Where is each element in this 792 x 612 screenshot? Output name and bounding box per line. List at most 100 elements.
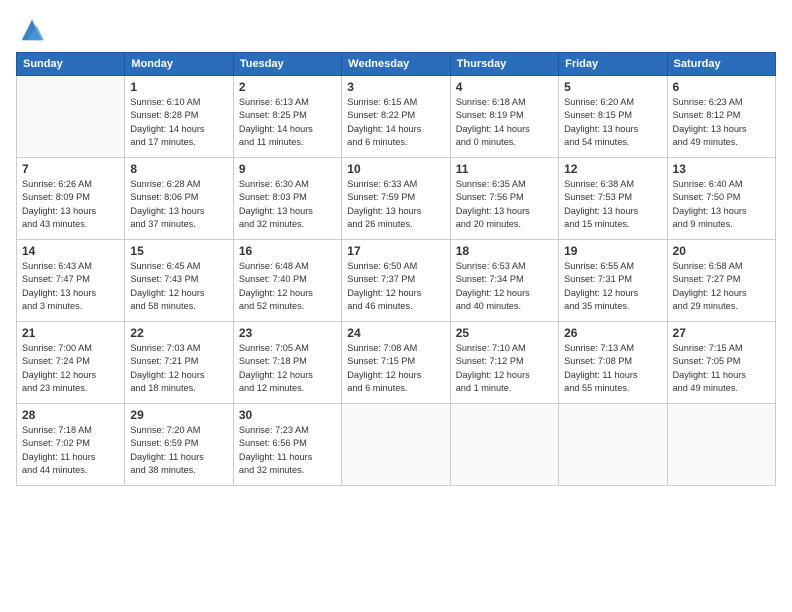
calendar-cell: 20 Sunrise: 6:58 AMSunset: 7:27 PMDayligh… <box>667 240 775 322</box>
day-info: Sunrise: 6:35 AMSunset: 7:56 PMDaylight:… <box>456 178 553 231</box>
header-monday: Monday <box>125 53 233 76</box>
day-number: 12 <box>564 162 661 176</box>
day-number: 24 <box>347 326 444 340</box>
header-thursday: Thursday <box>450 53 558 76</box>
calendar-cell <box>559 404 667 486</box>
day-info: Sunrise: 6:45 AMSunset: 7:43 PMDaylight:… <box>130 260 227 313</box>
calendar-cell: 22 Sunrise: 7:03 AMSunset: 7:21 PMDayligh… <box>125 322 233 404</box>
day-info: Sunrise: 6:23 AMSunset: 8:12 PMDaylight:… <box>673 96 770 149</box>
calendar-cell <box>450 404 558 486</box>
day-info: Sunrise: 6:50 AMSunset: 7:37 PMDaylight:… <box>347 260 444 313</box>
header <box>16 12 776 44</box>
day-number: 21 <box>22 326 119 340</box>
day-number: 28 <box>22 408 119 422</box>
day-number: 25 <box>456 326 553 340</box>
logo-icon <box>18 16 46 44</box>
day-info: Sunrise: 7:10 AMSunset: 7:12 PMDaylight:… <box>456 342 553 395</box>
day-number: 13 <box>673 162 770 176</box>
day-number: 20 <box>673 244 770 258</box>
calendar-cell: 9 Sunrise: 6:30 AMSunset: 8:03 PMDaylight… <box>233 158 341 240</box>
day-info: Sunrise: 7:15 AMSunset: 7:05 PMDaylight:… <box>673 342 770 395</box>
day-info: Sunrise: 7:23 AMSunset: 6:56 PMDaylight:… <box>239 424 336 477</box>
day-info: Sunrise: 6:38 AMSunset: 7:53 PMDaylight:… <box>564 178 661 231</box>
day-number: 17 <box>347 244 444 258</box>
day-number: 8 <box>130 162 227 176</box>
day-number: 14 <box>22 244 119 258</box>
calendar-table: SundayMondayTuesdayWednesdayThursdayFrid… <box>16 52 776 486</box>
day-number: 27 <box>673 326 770 340</box>
day-info: Sunrise: 6:15 AMSunset: 8:22 PMDaylight:… <box>347 96 444 149</box>
day-number: 7 <box>22 162 119 176</box>
week-row-1: 7 Sunrise: 6:26 AMSunset: 8:09 PMDaylight… <box>17 158 776 240</box>
day-number: 19 <box>564 244 661 258</box>
calendar-cell: 25 Sunrise: 7:10 AMSunset: 7:12 PMDayligh… <box>450 322 558 404</box>
page: SundayMondayTuesdayWednesdayThursdayFrid… <box>0 0 792 612</box>
day-info: Sunrise: 6:20 AMSunset: 8:15 PMDaylight:… <box>564 96 661 149</box>
day-number: 26 <box>564 326 661 340</box>
day-number: 9 <box>239 162 336 176</box>
day-info: Sunrise: 7:03 AMSunset: 7:21 PMDaylight:… <box>130 342 227 395</box>
calendar-cell: 24 Sunrise: 7:08 AMSunset: 7:15 PMDayligh… <box>342 322 450 404</box>
calendar-cell: 17 Sunrise: 6:50 AMSunset: 7:37 PMDayligh… <box>342 240 450 322</box>
day-number: 29 <box>130 408 227 422</box>
day-number: 3 <box>347 80 444 94</box>
header-wednesday: Wednesday <box>342 53 450 76</box>
calendar-cell: 14 Sunrise: 6:43 AMSunset: 7:47 PMDayligh… <box>17 240 125 322</box>
day-number: 2 <box>239 80 336 94</box>
day-info: Sunrise: 7:20 AMSunset: 6:59 PMDaylight:… <box>130 424 227 477</box>
day-number: 23 <box>239 326 336 340</box>
calendar-cell: 18 Sunrise: 6:53 AMSunset: 7:34 PMDayligh… <box>450 240 558 322</box>
day-number: 1 <box>130 80 227 94</box>
calendar-cell: 12 Sunrise: 6:38 AMSunset: 7:53 PMDayligh… <box>559 158 667 240</box>
day-info: Sunrise: 6:28 AMSunset: 8:06 PMDaylight:… <box>130 178 227 231</box>
day-info: Sunrise: 6:40 AMSunset: 7:50 PMDaylight:… <box>673 178 770 231</box>
calendar-cell: 10Sunrise: 6:33 AMSunset: 7:59 PMDayligh… <box>342 158 450 240</box>
day-info: Sunrise: 6:55 AMSunset: 7:31 PMDaylight:… <box>564 260 661 313</box>
day-info: Sunrise: 7:13 AMSunset: 7:08 PMDaylight:… <box>564 342 661 395</box>
day-info: Sunrise: 6:26 AMSunset: 8:09 PMDaylight:… <box>22 178 119 231</box>
day-number: 10 <box>347 162 444 176</box>
day-info: Sunrise: 6:13 AMSunset: 8:25 PMDaylight:… <box>239 96 336 149</box>
calendar-cell: 4 Sunrise: 6:18 AMSunset: 8:19 PMDaylight… <box>450 76 558 158</box>
day-number: 5 <box>564 80 661 94</box>
week-row-4: 28Sunrise: 7:18 AMSunset: 7:02 PMDayligh… <box>17 404 776 486</box>
calendar-cell: 13 Sunrise: 6:40 AMSunset: 7:50 PMDayligh… <box>667 158 775 240</box>
calendar-cell: 19 Sunrise: 6:55 AMSunset: 7:31 PMDayligh… <box>559 240 667 322</box>
day-info: Sunrise: 7:08 AMSunset: 7:15 PMDaylight:… <box>347 342 444 395</box>
week-row-3: 21Sunrise: 7:00 AMSunset: 7:24 PMDayligh… <box>17 322 776 404</box>
header-row: SundayMondayTuesdayWednesdayThursdayFrid… <box>17 53 776 76</box>
day-info: Sunrise: 6:43 AMSunset: 7:47 PMDaylight:… <box>22 260 119 313</box>
day-info: Sunrise: 6:58 AMSunset: 7:27 PMDaylight:… <box>673 260 770 313</box>
header-friday: Friday <box>559 53 667 76</box>
day-info: Sunrise: 6:10 AMSunset: 8:28 PMDaylight:… <box>130 96 227 149</box>
day-number: 30 <box>239 408 336 422</box>
calendar-cell: 3 Sunrise: 6:15 AMSunset: 8:22 PMDaylight… <box>342 76 450 158</box>
calendar-cell: 8 Sunrise: 6:28 AMSunset: 8:06 PMDaylight… <box>125 158 233 240</box>
day-number: 4 <box>456 80 553 94</box>
day-info: Sunrise: 6:48 AMSunset: 7:40 PMDaylight:… <box>239 260 336 313</box>
calendar-cell <box>667 404 775 486</box>
calendar-cell: 27 Sunrise: 7:15 AMSunset: 7:05 PMDayligh… <box>667 322 775 404</box>
calendar-cell: 7 Sunrise: 6:26 AMSunset: 8:09 PMDaylight… <box>17 158 125 240</box>
day-number: 18 <box>456 244 553 258</box>
day-number: 22 <box>130 326 227 340</box>
week-row-0: 1 Sunrise: 6:10 AMSunset: 8:28 PMDaylight… <box>17 76 776 158</box>
calendar-cell: 1 Sunrise: 6:10 AMSunset: 8:28 PMDaylight… <box>125 76 233 158</box>
day-info: Sunrise: 7:05 AMSunset: 7:18 PMDaylight:… <box>239 342 336 395</box>
day-info: Sunrise: 6:18 AMSunset: 8:19 PMDaylight:… <box>456 96 553 149</box>
calendar-cell: 21Sunrise: 7:00 AMSunset: 7:24 PMDayligh… <box>17 322 125 404</box>
header-tuesday: Tuesday <box>233 53 341 76</box>
calendar-cell: 28Sunrise: 7:18 AMSunset: 7:02 PMDayligh… <box>17 404 125 486</box>
calendar-cell <box>342 404 450 486</box>
day-number: 6 <box>673 80 770 94</box>
calendar-cell: 23 Sunrise: 7:05 AMSunset: 7:18 PMDayligh… <box>233 322 341 404</box>
header-saturday: Saturday <box>667 53 775 76</box>
day-number: 15 <box>130 244 227 258</box>
calendar-cell: 30 Sunrise: 7:23 AMSunset: 6:56 PMDayligh… <box>233 404 341 486</box>
day-info: Sunrise: 6:53 AMSunset: 7:34 PMDaylight:… <box>456 260 553 313</box>
day-number: 16 <box>239 244 336 258</box>
calendar-cell: 16 Sunrise: 6:48 AMSunset: 7:40 PMDayligh… <box>233 240 341 322</box>
calendar-cell: 5 Sunrise: 6:20 AMSunset: 8:15 PMDaylight… <box>559 76 667 158</box>
day-info: Sunrise: 6:30 AMSunset: 8:03 PMDaylight:… <box>239 178 336 231</box>
header-sunday: Sunday <box>17 53 125 76</box>
